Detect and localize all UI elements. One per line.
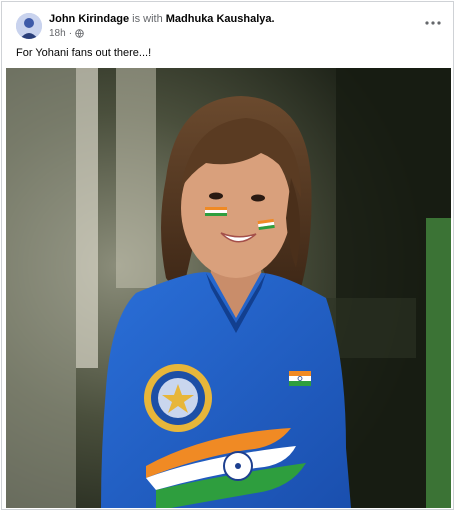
post-timestamp[interactable]: 18h bbox=[49, 28, 66, 39]
post-header: John Kirindage is with Madhuka Kaushalya… bbox=[10, 10, 445, 44]
post-meta: 18h · bbox=[49, 28, 84, 39]
more-options-icon[interactable] bbox=[423, 16, 443, 30]
tagged-user-link[interactable]: Madhuka Kaushalya. bbox=[166, 13, 275, 25]
post-caption: For Yohani fans out there...! bbox=[16, 47, 152, 59]
author-line: John Kirindage is with Madhuka Kaushalya… bbox=[49, 13, 275, 25]
avatar[interactable] bbox=[16, 13, 42, 39]
author-name-link[interactable]: John Kirindage bbox=[49, 13, 129, 25]
post-photo[interactable] bbox=[6, 68, 451, 508]
globe-icon bbox=[75, 29, 84, 38]
post-card: John Kirindage is with Madhuka Kaushalya… bbox=[1, 1, 454, 510]
with-text: is with bbox=[132, 13, 163, 25]
